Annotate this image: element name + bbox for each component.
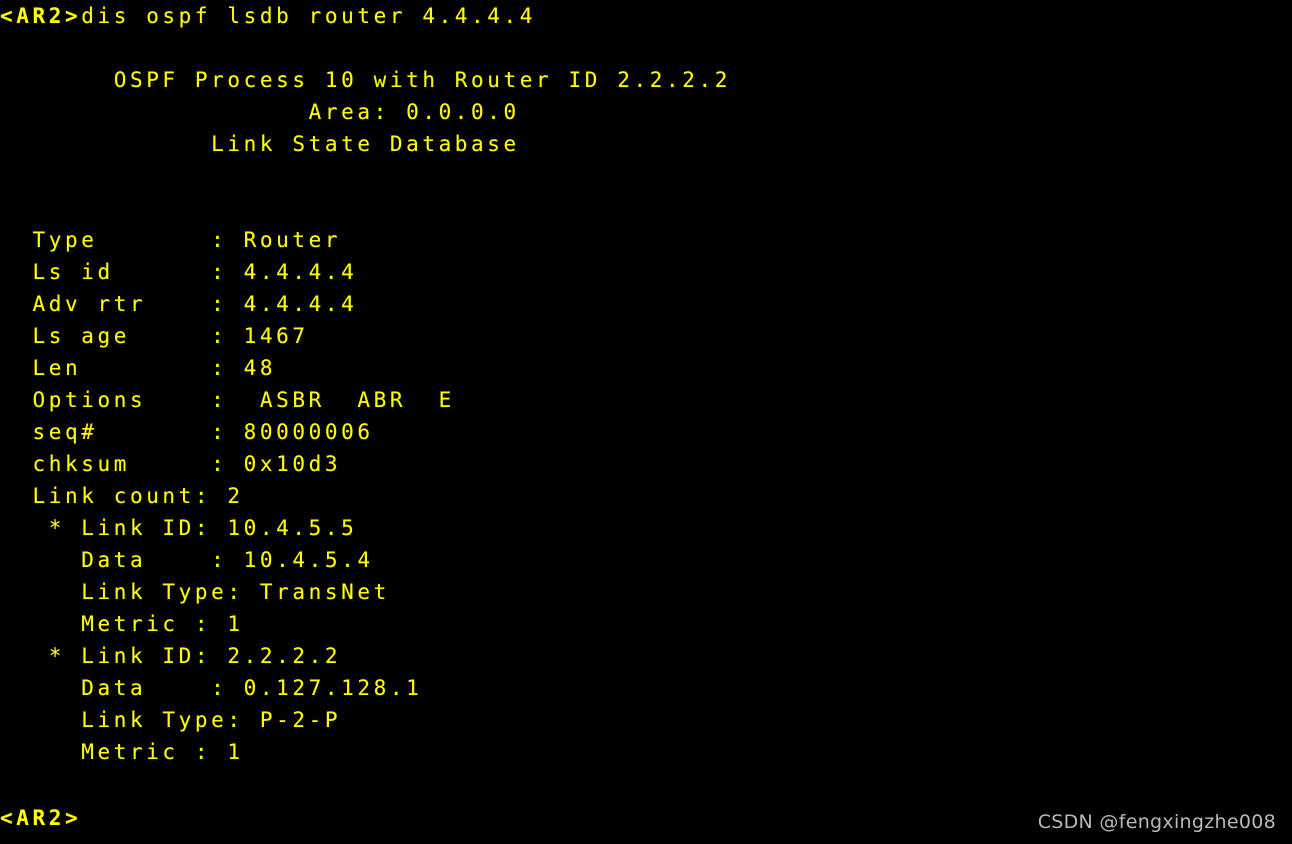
typed-command: dis ospf lsdb router 4.4.4.4 (81, 4, 537, 28)
link-1-id: * Link ID: 10.4.5.5 (0, 516, 358, 540)
link-state-database-header: Link State Database (0, 132, 520, 156)
lsa-field-options: Options : ASBR ABR E (0, 388, 455, 412)
link-2-type: Link Type: P-2-P (0, 708, 342, 732)
lsa-field-len: Len : 48 (0, 356, 277, 380)
lsa-field-ls-id: Ls id : 4.4.4.4 (0, 260, 358, 284)
terminal-window[interactable]: <AR2>dis ospf lsdb router 4.4.4.4 OSPF P… (0, 0, 1292, 844)
ospf-process-header: OSPF Process 10 with Router ID 2.2.2.2 (0, 68, 731, 92)
csdn-watermark: CSDN @fengxingzhe008 (1037, 811, 1276, 833)
link-1-type: Link Type: TransNet (0, 580, 390, 604)
link-2-id: * Link ID: 2.2.2.2 (0, 644, 342, 668)
link-1-data: Data : 10.4.5.4 (0, 548, 374, 572)
terminal-output: <AR2>dis ospf lsdb router 4.4.4.4 OSPF P… (0, 0, 1292, 768)
lsa-field-seq: seq# : 80000006 (0, 420, 374, 444)
shell-prompt: <AR2> (0, 4, 82, 28)
command-line: <AR2>dis ospf lsdb router 4.4.4.4 (0, 0, 1292, 32)
lsa-field-adv-rtr: Adv rtr : 4.4.4.4 (0, 292, 358, 316)
ospf-area-header: Area: 0.0.0.0 (0, 100, 520, 124)
trailing-shell-prompt[interactable]: <AR2> (0, 802, 81, 834)
link-2-data: Data : 0.127.128.1 (0, 676, 423, 700)
link-1-metric: Metric : 1 (0, 612, 244, 636)
lsa-field-link-count: Link count: 2 (0, 484, 244, 508)
link-2-metric: Metric : 1 (0, 740, 244, 764)
lsa-field-chksum: chksum : 0x10d3 (0, 452, 342, 476)
lsa-field-type: Type : Router (0, 228, 342, 252)
lsa-field-ls-age: Ls age : 1467 (0, 324, 309, 348)
